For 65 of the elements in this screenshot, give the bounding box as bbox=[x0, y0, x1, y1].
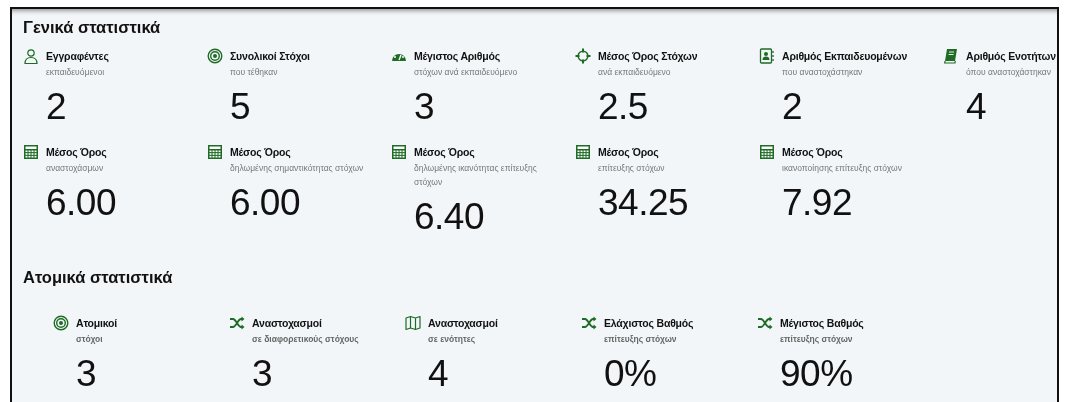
stat-caption: ανά εκπαιδευόμενο bbox=[598, 66, 672, 79]
section-heading: Γενικά στατιστικά bbox=[23, 17, 162, 37]
calculator-icon bbox=[23, 144, 39, 160]
stat-caption: που τέθηκαν bbox=[230, 66, 279, 79]
stat-value: 90% bbox=[780, 352, 854, 396]
shuffle-icon bbox=[581, 315, 597, 331]
stat-title: Μέσος Όρος bbox=[46, 145, 108, 160]
stat-value: 3 bbox=[76, 352, 98, 396]
stat-caption: στόχων ανά εκπαιδευόμενο bbox=[414, 66, 519, 79]
stat-title: Μέσος Όρος bbox=[782, 145, 844, 160]
stat-value: 2 bbox=[782, 85, 804, 129]
stat-caption: επίτευξης στόχων bbox=[604, 333, 678, 346]
stat-title: Εγγραφέντες bbox=[46, 49, 110, 64]
shuffle-icon bbox=[229, 315, 245, 331]
section-heading: Ατομικά στατιστικά bbox=[23, 267, 174, 287]
contact-book-icon bbox=[759, 48, 775, 64]
target-icon bbox=[53, 315, 69, 331]
stat-caption: ικανοποίησης επίτευξης στόχων bbox=[782, 162, 903, 175]
stat-caption: που αναστοχάστηκαν bbox=[782, 66, 864, 79]
stat-value: 6.00 bbox=[46, 181, 117, 225]
book-icon bbox=[943, 48, 959, 64]
calculator-icon bbox=[207, 144, 223, 160]
stat-value: 7.92 bbox=[782, 181, 853, 225]
stat-value: 2 bbox=[46, 85, 68, 129]
target-icon bbox=[207, 48, 223, 64]
stat-title: Μέσος Όρος bbox=[598, 145, 660, 160]
stat-title: Συνολικοί Στόχοι bbox=[230, 49, 311, 64]
stat-title: Μέσος Όρος bbox=[414, 145, 476, 160]
calculator-icon bbox=[575, 144, 591, 160]
stat-title: Αναστοχασμοί bbox=[428, 316, 499, 331]
stat-title: Αριθμός Ενοτήτων bbox=[966, 49, 1057, 64]
crosshair-icon bbox=[575, 48, 591, 64]
calculator-icon bbox=[759, 144, 775, 160]
stat-value: 0% bbox=[604, 352, 658, 396]
stat-caption: δηλωμένης ικανότητας επίτευξης στόχων bbox=[414, 162, 538, 189]
stat-caption: σε διαφορετικούς στόχους bbox=[252, 333, 360, 346]
stat-title: Μέγιστος Αριθμός bbox=[414, 49, 501, 64]
stat-caption: επίτευξης στόχων bbox=[598, 162, 666, 175]
stat-caption: δηλωμένης σημαντικότητας στόχων bbox=[230, 162, 365, 175]
stat-caption: στόχοι bbox=[76, 333, 104, 346]
map-icon bbox=[405, 315, 421, 331]
stat-value: 5 bbox=[230, 85, 252, 129]
stat-value: 4 bbox=[428, 352, 450, 396]
stat-value: 3 bbox=[414, 85, 436, 129]
stat-title: Ατομικοί bbox=[76, 316, 118, 331]
stat-value: 4 bbox=[966, 85, 988, 129]
stat-title: Αναστοχασμοί bbox=[252, 316, 323, 331]
stat-caption: αναστοχάσμων bbox=[46, 162, 105, 175]
stat-caption: επίτευξης στόχων bbox=[780, 333, 854, 346]
stat-value: 6.40 bbox=[414, 195, 485, 239]
stat-title: Μέγιστος Βαθμός bbox=[780, 316, 865, 331]
stat-value: 6.00 bbox=[230, 181, 301, 225]
person-icon bbox=[23, 48, 39, 64]
stat-title: Αριθμός Εκπαιδευομένων bbox=[782, 49, 909, 64]
shuffle-icon bbox=[757, 315, 773, 331]
stat-title: Ελάχιστος Βαθμός bbox=[604, 316, 695, 331]
stat-caption: όπου αναστοχάστηκαν bbox=[966, 66, 1052, 79]
calculator-icon bbox=[391, 144, 407, 160]
stat-title: Μέσος Όρος Στόχων bbox=[598, 49, 699, 64]
stat-value: 2.5 bbox=[598, 85, 649, 129]
stat-value: 34.25 bbox=[598, 181, 690, 225]
stat-caption: σε ενότητες bbox=[428, 333, 477, 346]
stat-value: 3 bbox=[252, 352, 274, 396]
stat-caption: εκπαιδευόμενοι bbox=[46, 66, 106, 79]
stat-title: Μέσος Όρος bbox=[230, 145, 292, 160]
